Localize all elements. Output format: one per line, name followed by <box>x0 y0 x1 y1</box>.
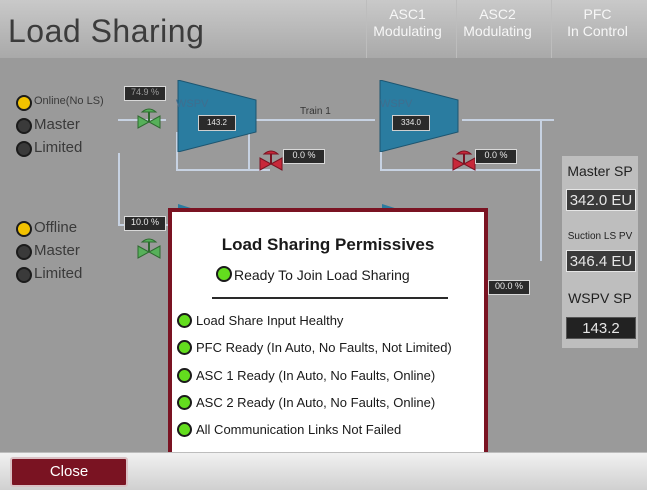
compressor-1-value[interactable]: 143.2 <box>198 115 236 131</box>
divider <box>212 297 448 299</box>
train2-status-group: Offline Master Limited <box>12 218 122 287</box>
status-led-icon <box>177 395 192 410</box>
compressor-2-value[interactable]: 334.0 <box>392 115 430 131</box>
permissive-label: Load Share Input Healthy <box>196 313 344 328</box>
permissive-row: Load Share Input Healthy <box>177 312 487 330</box>
permissive-label: ASC 2 Ready (In Auto, No Faults, Online) <box>196 395 436 410</box>
recycle-valve-1-icon[interactable] <box>258 150 284 172</box>
status-led-icon <box>16 118 32 134</box>
status-led-icon <box>16 244 32 260</box>
load-sharing-screen: Load Sharing ASC1 Modulating ASC2 Modula… <box>0 0 647 490</box>
asc1-status-value: Modulating <box>373 23 442 39</box>
train2-master-indicator: Master <box>12 241 122 264</box>
compressor-1-label: WSPV <box>176 98 209 110</box>
permissive-row: ASC 1 Ready (In Auto, No Faults, Online) <box>177 367 487 385</box>
asc1-status-name: ASC1 <box>389 6 426 22</box>
train1-online-indicator: Online(No LS) <box>12 92 122 115</box>
asc1-status: ASC1 Modulating <box>366 0 448 58</box>
permissive-label: PFC Ready (In Auto, No Faults, Not Limit… <box>196 340 452 355</box>
footer-bar: Close <box>0 452 647 490</box>
train-1-label: Train 1 <box>300 106 331 117</box>
train1-limited-label: Limited <box>34 139 83 156</box>
pfc-status: PFC In Control <box>551 0 643 58</box>
recycle-valve-1-value[interactable]: 0.0 % <box>283 149 325 164</box>
permissive-row: PFC Ready (In Auto, No Faults, Not Limit… <box>177 339 487 357</box>
train1-limited-indicator: Limited <box>12 138 122 161</box>
train2-limited-indicator: Limited <box>12 264 122 287</box>
wspv-sp-label: WSPV SP <box>568 290 632 306</box>
asc2-status-name: ASC2 <box>479 6 516 22</box>
status-led-icon <box>16 141 32 157</box>
asc2-status: ASC2 Modulating <box>456 0 538 58</box>
header-bar: Load Sharing ASC1 Modulating ASC2 Modula… <box>0 0 647 58</box>
train1-master-indicator: Master <box>12 115 122 138</box>
train2-limited-label: Limited <box>34 265 83 282</box>
status-led-icon <box>177 422 192 437</box>
status-led-icon <box>16 95 32 111</box>
status-led-icon <box>177 368 192 383</box>
status-led-icon <box>177 340 192 355</box>
load-sharing-permissives-dialog: Load Sharing Permissives Ready To Join L… <box>168 208 488 458</box>
suction-valve-1-icon[interactable] <box>136 108 162 130</box>
pfc-status-value: In Control <box>567 23 628 39</box>
suction-valve-2-icon[interactable] <box>136 238 162 260</box>
train1-status-group: Online(No LS) Master Limited <box>12 92 122 161</box>
pipe <box>255 119 375 121</box>
train1-master-label: Master <box>34 116 80 133</box>
ready-to-join-label: Ready To Join Load Sharing <box>234 267 410 283</box>
master-sp-value[interactable]: 342.0 EU <box>566 189 636 211</box>
suction-ls-pv-label: Suction LS PV <box>567 231 633 242</box>
pfc-status-name: PFC <box>583 6 612 22</box>
status-led-icon <box>16 267 32 283</box>
train2-offline-indicator: Offline <box>12 218 122 241</box>
pipe <box>540 171 542 261</box>
train2-master-label: Master <box>34 242 80 259</box>
train2-suction-valve-value[interactable]: 10.0 % <box>124 216 166 231</box>
suction-ls-pv-value[interactable]: 346.4 EU <box>566 250 636 272</box>
pipe <box>540 119 542 171</box>
asc2-status-value: Modulating <box>463 23 532 39</box>
wspv-sp-value[interactable]: 143.2 <box>566 317 636 339</box>
train1-online-label: Online(No LS) <box>34 95 104 107</box>
permissive-label: All Communication Links Not Failed <box>196 422 402 437</box>
recycle-valve-2-icon[interactable] <box>451 150 477 172</box>
status-led-icon <box>216 266 232 282</box>
compressor-2-label: WSPV <box>380 98 413 110</box>
dialog-title: Load Sharing Permissives <box>221 235 435 254</box>
page-title: Load Sharing <box>8 13 205 49</box>
master-sp-label: Master SP <box>567 163 633 179</box>
status-led-icon <box>177 313 192 328</box>
recycle-valve-2-value[interactable]: 0.0 % <box>475 149 517 164</box>
pipe <box>176 169 270 171</box>
close-button[interactable]: Close <box>10 457 128 487</box>
permissive-label: ASC 1 Ready (In Auto, No Faults, Online) <box>196 368 436 383</box>
train2-offline-label: Offline <box>34 219 78 236</box>
train1-suction-valve-value[interactable]: 74.9 % <box>124 86 166 101</box>
status-led-icon <box>16 221 32 237</box>
train2-recycle-value[interactable]: 00.0 % <box>488 280 530 295</box>
permissive-row: ASC 2 Ready (In Auto, No Faults, Online) <box>177 394 487 412</box>
permissive-row: All Communication Links Not Failed <box>177 421 487 439</box>
pipe <box>118 153 120 225</box>
